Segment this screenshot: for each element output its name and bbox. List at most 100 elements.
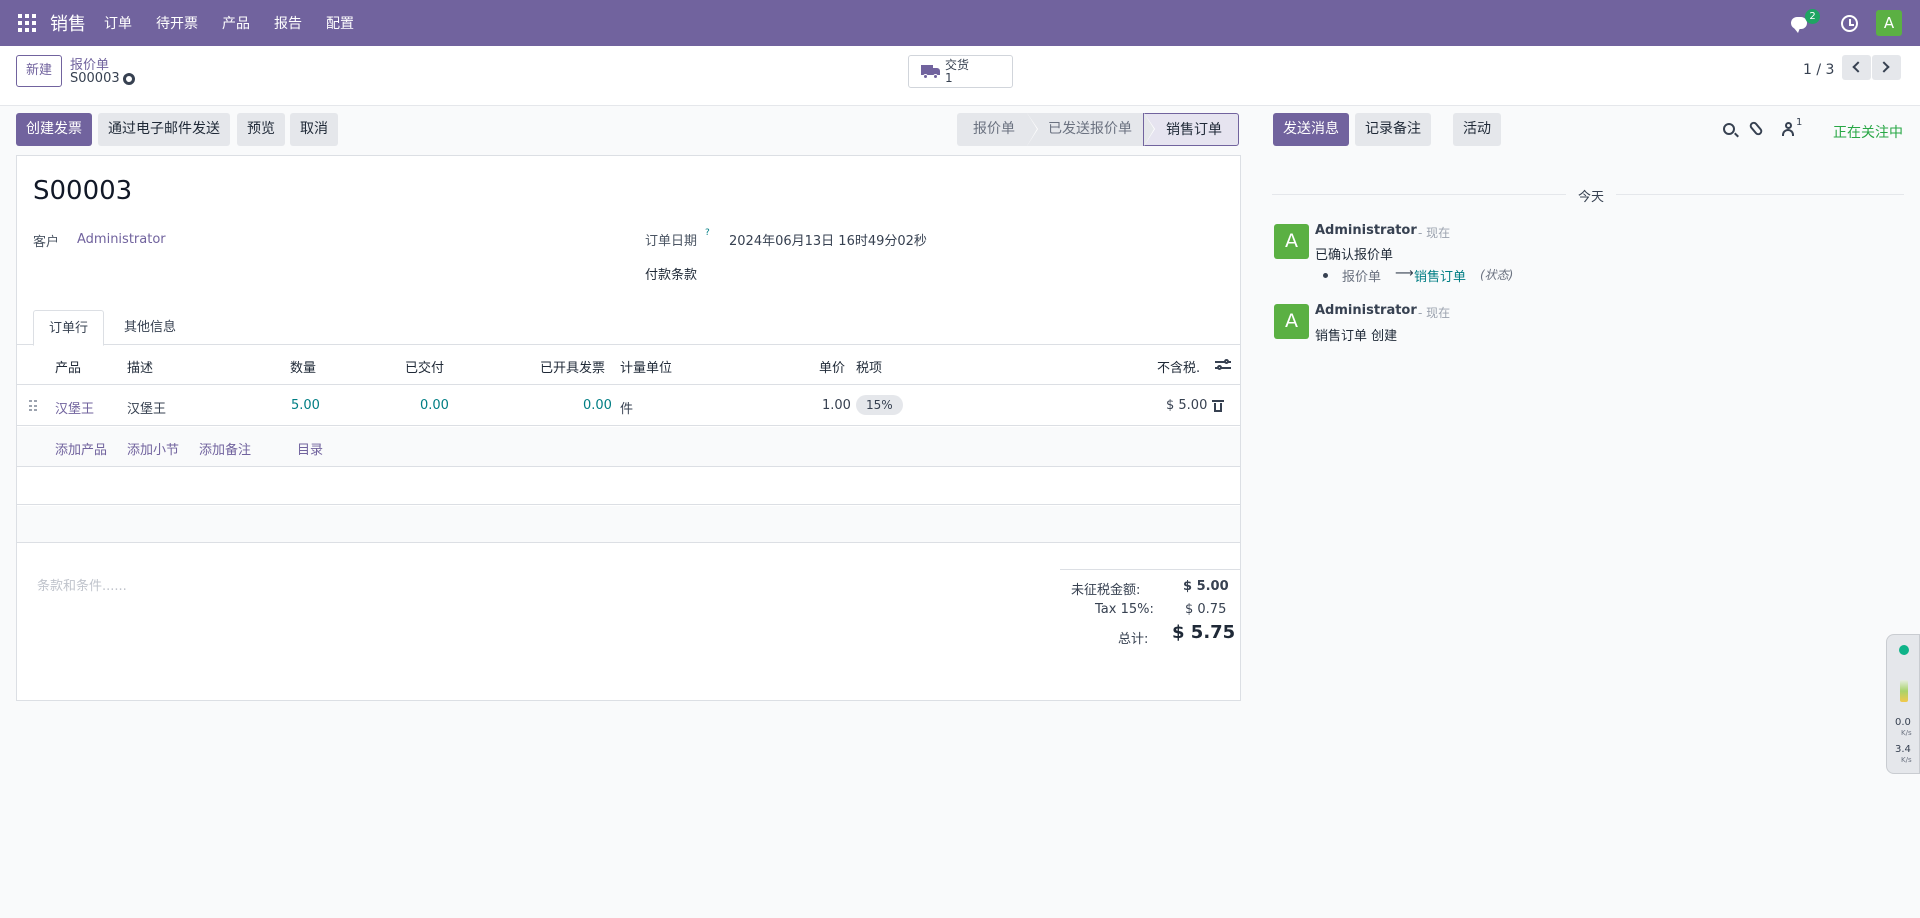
top-navbar: 销售 订单 待开票 产品 报告 配置 2 A — [0, 0, 1920, 46]
column-invoiced[interactable]: 已开具发票 — [540, 357, 605, 376]
stage-label: 已发送报价单 — [1048, 121, 1132, 137]
gear-icon[interactable] — [123, 73, 135, 85]
message-body: 销售订单 创建 — [1315, 329, 1398, 344]
smart-button-value: 1 — [945, 71, 953, 85]
stage-quotation-sent[interactable]: 已发送报价单 — [1026, 113, 1155, 146]
line-product[interactable]: 汉堡王 — [55, 398, 94, 417]
stage-label: 报价单 — [973, 121, 1015, 137]
add-section-link[interactable]: 添加小节 — [127, 439, 179, 458]
column-product[interactable]: 产品 — [55, 357, 81, 376]
line-quantity[interactable]: 5.00 — [291, 398, 320, 413]
column-taxes[interactable]: 税项 — [856, 357, 882, 376]
message-time: - 现在 — [1418, 306, 1451, 320]
payment-terms-label: 付款条款 — [645, 268, 698, 283]
paperclip-icon[interactable] — [1748, 120, 1764, 137]
catalog-link[interactable]: 目录 — [297, 439, 323, 458]
tab-order-lines[interactable]: 订单行 — [33, 310, 105, 346]
empty-row — [17, 506, 1240, 543]
order-date-field[interactable]: 2024年06月13日 16时49分02秒 — [729, 230, 927, 249]
date-separator-label: 今天 — [1566, 186, 1617, 205]
send-email-button[interactable]: 通过电子邮件发送 — [98, 113, 230, 146]
user-avatar[interactable]: A — [1876, 10, 1902, 36]
order-date-label: 订单日期 — [645, 234, 698, 249]
stage-quotation[interactable]: 报价单 — [957, 113, 1038, 146]
total-label: 总计: — [1118, 632, 1149, 647]
tab-other-info[interactable]: 其他信息 — [109, 310, 191, 346]
message-avatar[interactable]: A — [1274, 304, 1309, 339]
total-value: $ 5.75 — [1172, 622, 1236, 643]
tracking-field-name: (状态) — [1480, 268, 1514, 282]
tax-badge[interactable]: 15% — [856, 395, 903, 415]
cancel-button[interactable]: 取消 — [290, 113, 338, 146]
trash-icon[interactable] — [1212, 400, 1224, 412]
tax-label: Tax 15%: — [1095, 602, 1154, 617]
following-button[interactable]: 正在关注中 — [1833, 122, 1903, 142]
column-quantity[interactable]: 数量 — [290, 357, 316, 376]
send-message-button[interactable]: 发送消息 — [1273, 113, 1349, 146]
stage-sales-order[interactable]: 销售订单 — [1143, 113, 1239, 146]
status-dot-icon — [1899, 645, 1909, 655]
control-panel: 新建 报价单 S00003 交货 1 1 / 3 — [0, 46, 1920, 106]
chevron-left-icon — [1852, 61, 1864, 73]
message-avatar[interactable]: A — [1274, 224, 1309, 259]
add-product-link[interactable]: 添加产品 — [55, 439, 107, 458]
line-uom[interactable]: 件 — [620, 398, 633, 417]
upload-speed: 0.0 — [1895, 717, 1911, 728]
activity-clock-icon[interactable] — [1841, 14, 1858, 32]
line-description[interactable]: 汉堡王 — [127, 398, 166, 417]
totals-divider — [1060, 569, 1240, 570]
tax-value: $ 0.75 — [1185, 602, 1227, 617]
followers-icon[interactable] — [1782, 122, 1794, 136]
drag-handle-icon[interactable] — [29, 400, 37, 412]
app-menu-icon[interactable] — [18, 14, 36, 32]
messaging-badge: 2 — [1805, 9, 1820, 24]
pager-previous-button[interactable] — [1842, 55, 1871, 80]
arrow-right-icon: ⟶ — [1395, 266, 1414, 281]
help-tooltip-icon[interactable]: ? — [705, 228, 710, 238]
network-monitor-widget[interactable]: 0.0 K/s 3.4 K/s — [1886, 634, 1920, 774]
menu-products[interactable]: 产品 — [222, 13, 250, 33]
empty-row — [17, 468, 1240, 505]
delivery-smart-button[interactable]: 交货 1 — [908, 55, 1013, 88]
stage-label: 销售订单 — [1166, 122, 1222, 138]
column-delivered[interactable]: 已交付 — [405, 357, 444, 376]
column-uom[interactable]: 计量单位 — [620, 357, 672, 376]
pager-value[interactable]: 1 / 3 — [1803, 62, 1834, 78]
add-line-row: 添加产品 添加小节 添加备注 目录 — [17, 427, 1240, 467]
line-invoiced[interactable]: 0.00 — [583, 398, 612, 413]
customer-field[interactable]: Administrator — [77, 232, 166, 247]
line-subtotal: $ 5.00 — [1166, 398, 1208, 413]
status-bar: 报价单 已发送报价单 销售订单 — [957, 113, 1239, 146]
tracking-new-value: 销售订单 — [1414, 270, 1467, 285]
new-button[interactable]: 新建 — [16, 55, 63, 87]
message-body: 已确认报价单 — [1315, 248, 1394, 263]
app-name[interactable]: 销售 — [50, 10, 86, 36]
optional-columns-icon[interactable] — [1215, 359, 1231, 371]
menu-configuration[interactable]: 配置 — [326, 13, 354, 33]
message-time: - 现在 — [1418, 226, 1451, 240]
table-row[interactable]: 汉堡王 汉堡王 5.00 0.00 0.00 件 1.00 15% $ 5.00 — [17, 386, 1240, 426]
tracking-bullet — [1323, 273, 1328, 278]
column-description[interactable]: 描述 — [127, 357, 153, 376]
notebook-tabs: 订单行 其他信息 — [33, 310, 1226, 346]
log-note-button[interactable]: 记录备注 — [1355, 113, 1431, 146]
column-subtotal[interactable]: 不含税. — [1157, 357, 1200, 376]
untaxed-amount-label: 未征税金额: — [1071, 583, 1141, 598]
activity-button[interactable]: 活动 — [1453, 113, 1501, 146]
preview-button[interactable]: 预览 — [237, 113, 285, 146]
menu-to-invoice[interactable]: 待开票 — [156, 13, 198, 33]
menu-orders[interactable]: 订单 — [104, 13, 132, 33]
messaging-icon[interactable]: 2 — [1791, 9, 1820, 33]
search-icon[interactable] — [1723, 123, 1735, 135]
line-delivered[interactable]: 0.00 — [420, 398, 449, 413]
menu-reporting[interactable]: 报告 — [274, 13, 302, 33]
message-author[interactable]: Administrator — [1315, 303, 1417, 318]
pager-next-button[interactable] — [1872, 55, 1901, 80]
create-invoice-button[interactable]: 创建发票 — [16, 113, 92, 146]
column-unit-price[interactable]: 单价 — [819, 357, 845, 376]
line-unit-price[interactable]: 1.00 — [822, 398, 851, 413]
terms-field[interactable]: 条款和条件...... — [37, 575, 127, 594]
form-sheet: S00003 客户 Administrator 订单日期 ? 2024年06月1… — [16, 155, 1241, 701]
add-note-link[interactable]: 添加备注 — [199, 439, 251, 458]
message-author[interactable]: Administrator — [1315, 223, 1417, 238]
